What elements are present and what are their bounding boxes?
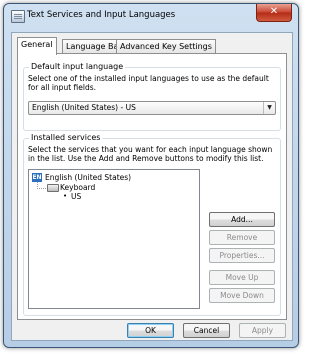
- properties-button[interactable]: Properties...: [209, 248, 275, 263]
- remove-button[interactable]: Remove: [209, 230, 275, 245]
- keyboard-icon: [47, 184, 59, 192]
- tree-item-keyboard[interactable]: Keyboard: [60, 183, 95, 192]
- remove-button-label: Remove: [226, 233, 258, 242]
- installed-services-label: Installed services: [29, 133, 103, 142]
- apply-button[interactable]: Apply: [239, 323, 286, 338]
- tree-item-language[interactable]: English (United States): [45, 173, 131, 182]
- move-up-button-label: Move Up: [225, 273, 259, 282]
- chevron-down-icon: ▼: [263, 102, 275, 114]
- general-tab-panel: Default input language Select one of the…: [17, 53, 287, 320]
- default-language-description: Select one of the installed input langua…: [28, 74, 269, 92]
- tree-item-layout-us[interactable]: US: [71, 192, 81, 201]
- move-down-button-label: Move Down: [220, 291, 264, 300]
- installed-services-description: Select the services that you want for ea…: [28, 145, 273, 163]
- tab-advanced-key-settings[interactable]: Advanced Key Settings: [116, 39, 216, 54]
- language-en-icon: EN: [32, 173, 42, 182]
- properties-button-label: Properties...: [219, 251, 265, 260]
- title-bar[interactable]: Text Services and Input Languages ✕: [4, 4, 298, 28]
- default-language-label: Default input language: [29, 62, 126, 71]
- default-language-value: English (United States) - US: [32, 103, 136, 112]
- ok-button[interactable]: OK: [127, 323, 174, 338]
- default-language-dropdown[interactable]: English (United States) - US ▼: [28, 101, 276, 115]
- dialog-window: Text Services and Input Languages ✕ Gene…: [3, 3, 299, 348]
- keyboard-settings-icon: [11, 10, 25, 23]
- add-button[interactable]: Add...: [209, 212, 275, 227]
- installed-services-group: Installed services Select the services t…: [23, 133, 281, 316]
- tab-general[interactable]: General: [17, 37, 57, 55]
- cancel-button[interactable]: Cancel: [183, 323, 230, 338]
- services-tree[interactable]: EN English (United States) Keyboard • US: [28, 169, 200, 309]
- add-button-label: Add...: [231, 215, 253, 224]
- move-down-button[interactable]: Move Down: [209, 288, 275, 303]
- bullet-icon: •: [63, 192, 68, 200]
- close-button[interactable]: ✕: [256, 4, 292, 22]
- window-title: Text Services and Input Languages: [27, 10, 176, 20]
- move-up-button[interactable]: Move Up: [209, 270, 275, 285]
- default-language-group: Default input language Select one of the…: [23, 62, 281, 131]
- dialog-client-area: General Language Bar Advanced Key Settin…: [11, 32, 293, 341]
